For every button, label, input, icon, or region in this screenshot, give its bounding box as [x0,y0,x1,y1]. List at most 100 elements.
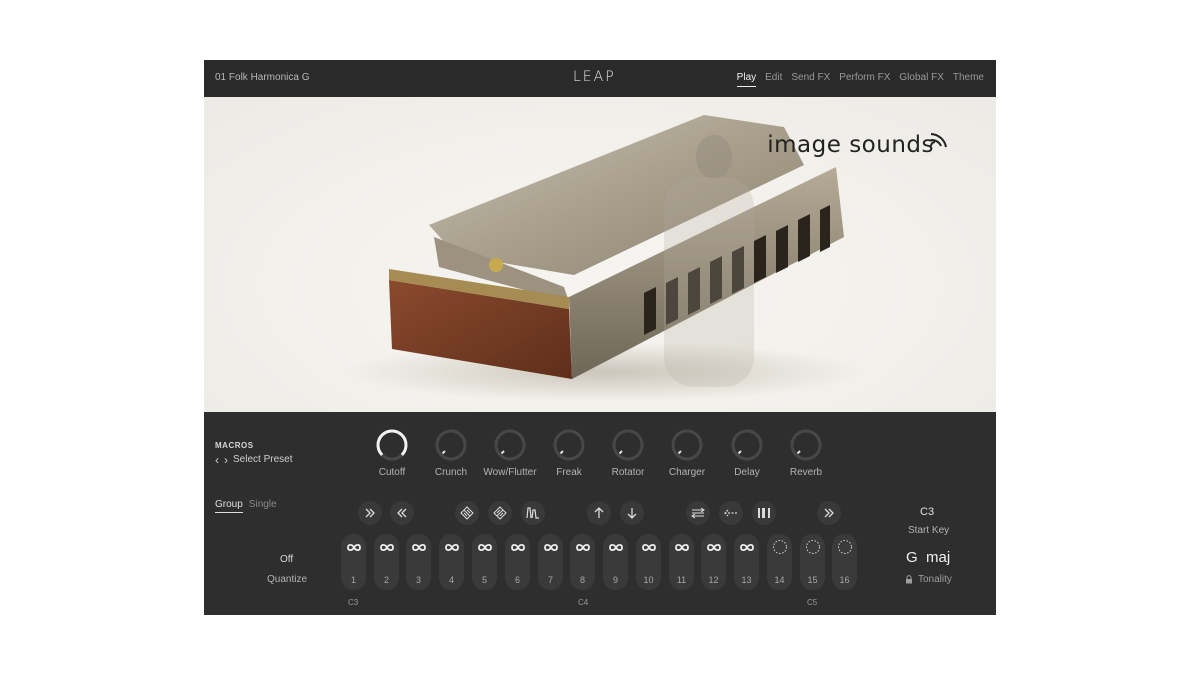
slot-12[interactable]: 12 [701,534,726,590]
slot-4[interactable]: 4 [439,534,464,590]
shift-right-end-button[interactable] [817,501,841,525]
knob-freak[interactable]: Freak [539,428,599,478]
shift-left-button[interactable] [390,501,414,525]
header-bar: 01 Folk Harmonica G LEAP Play Edit Send … [204,60,996,97]
reverse-icon [724,509,737,517]
knob-dial-icon [435,429,467,461]
slot-14[interactable]: 14 [767,534,792,590]
slot-10[interactable]: 10 [636,534,661,590]
slot-15[interactable]: 15 [800,534,825,590]
brand-logo-text: image sounds [767,132,934,158]
knob-cutoff[interactable]: Cutoff [362,428,422,478]
bars-icon [758,508,770,518]
slot-number: 10 [643,575,654,585]
tab-group[interactable]: Group [215,499,243,513]
tab-single[interactable]: Single [249,499,277,513]
tab-global-fx[interactable]: Global FX [899,72,943,87]
slot-9[interactable]: 9 [603,534,628,590]
slot-number: 1 [350,575,356,585]
reverse-button[interactable] [719,501,743,525]
chevron-left-icon[interactable]: ‹ [215,454,219,466]
waveform-button[interactable] [521,501,545,525]
loop-infinity-icon [608,543,623,551]
leap-plugin-window: 01 Folk Harmonica G LEAP Play Edit Send … [204,60,996,615]
quantize-label: Quantize [267,574,308,585]
slot-16[interactable]: 16 [832,534,857,590]
loop-infinity-icon [379,543,394,551]
slot-number: 6 [514,575,520,585]
knob-label: Freak [556,467,582,478]
empty-slot-icon [772,540,787,554]
move-down-button[interactable] [620,501,644,525]
slot-number: 9 [612,575,618,585]
tab-perform-fx[interactable]: Perform FX [839,72,890,87]
tonality-label: Tonality [918,574,952,585]
slot-7[interactable]: 7 [538,534,563,590]
knob-charger[interactable]: Charger [657,428,717,478]
double-chevron-left-icon [397,508,407,518]
slot-number: 15 [807,575,818,585]
key-label-c5: C5 [807,598,818,607]
knob-dial-icon [671,429,703,461]
macro-preset-nav: ‹ › Select Preset [215,454,292,466]
slot-8[interactable]: 8 [570,534,595,590]
loop-infinity-icon [510,543,525,551]
knob-label: Delay [734,467,760,478]
knob-label: Reverb [789,467,823,478]
double-chevron-right-icon [365,508,375,518]
shift-right-button[interactable] [358,501,382,525]
swap-button[interactable] [686,501,710,525]
loop-infinity-icon [444,543,459,551]
tab-send-fx[interactable]: Send FX [791,72,830,87]
double-chevron-right-icon [824,508,834,518]
knob-reverb[interactable]: Reverb [776,428,836,478]
slot-3[interactable]: 3 [406,534,431,590]
slot-1[interactable]: 1 [341,534,366,590]
main-nav: Play Edit Send FX Perform FX Global FX T… [736,72,984,87]
tonality-scale[interactable]: maj [926,549,950,566]
knob-label: Charger [668,467,706,478]
loop-infinity-icon [739,543,754,551]
quantize-value[interactable]: Off [280,554,293,565]
slot-number: 16 [839,575,850,585]
knob-rotator[interactable]: Rotator [598,428,658,478]
select-preset-label[interactable]: Select Preset [233,454,292,465]
slot-13[interactable]: 13 [734,534,759,590]
slot-2[interactable]: 2 [374,534,399,590]
knob-wow-flutter[interactable]: Wow/Flutter [480,428,540,478]
tonality-lock-row: Tonality [905,574,952,585]
randomize-icon [460,506,474,520]
knob-dial-icon [376,429,408,461]
slot-6[interactable]: 6 [505,534,530,590]
start-key-value[interactable]: C3 [920,506,934,518]
randomize-button[interactable] [455,501,479,525]
move-up-button[interactable] [587,501,611,525]
loop-infinity-icon [674,543,689,551]
randomize-alt-button[interactable] [488,501,512,525]
slot-number: 3 [415,575,421,585]
knob-delay[interactable]: Delay [717,428,777,478]
loop-infinity-icon [346,543,361,551]
tab-edit[interactable]: Edit [765,72,782,87]
tab-play[interactable]: Play [736,72,757,87]
slot-11[interactable]: 11 [669,534,694,590]
empty-slot-icon [837,540,852,554]
slot-number: 5 [481,575,487,585]
lock-icon[interactable] [905,575,913,584]
tonality-key[interactable]: G [906,549,918,566]
sound-waves-icon [930,133,947,148]
bars-button[interactable] [752,501,776,525]
swap-icon [691,507,705,519]
loop-infinity-icon [706,543,721,551]
preset-name[interactable]: 01 Folk Harmonica G [215,72,309,83]
leap-logo: LEAP [573,69,616,85]
chevron-right-icon[interactable]: › [224,454,228,466]
knob-crunch[interactable]: Crunch [421,428,481,478]
slot-number: 12 [708,575,719,585]
knob-label: Wow/Flutter [483,467,537,478]
tab-theme[interactable]: Theme [953,72,984,87]
knob-dial-icon [790,429,822,461]
randomize-alt-icon [493,506,507,520]
knob-label: Crunch [434,467,468,478]
slot-5[interactable]: 5 [472,534,497,590]
